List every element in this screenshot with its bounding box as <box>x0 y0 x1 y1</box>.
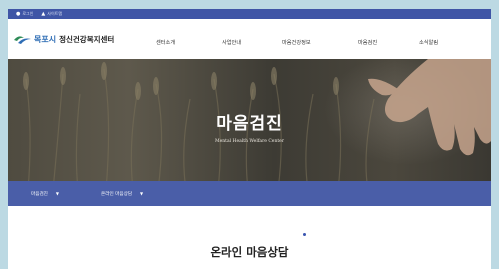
site-logo[interactable]: 목포시 정신건강복지센터 <box>14 33 154 45</box>
sitemap-link[interactable]: ▲ 사이트맵 <box>41 11 62 17</box>
hero-banner: 마음검진 Mental Health Welfare Center <box>8 59 491 190</box>
login-link[interactable]: ● 로그인 <box>16 11 33 17</box>
nav-item-mental-health-info[interactable]: 마음건강정보 <box>282 39 311 46</box>
breadcrumb-label: 온라인 마음상담 <box>101 191 133 197</box>
breadcrumb-bar: 마음검진 ▼ 온라인 마음상담 ▼ <box>8 181 491 206</box>
nav-item-business[interactable]: 사업안내 <box>222 39 241 46</box>
breadcrumb-item-checkup[interactable]: 마음검진 ▼ <box>31 191 59 197</box>
caret-down-icon: ▼ <box>55 191 59 196</box>
nav-item-checkup[interactable]: 마음검진 <box>358 39 377 46</box>
heading-accent-dot <box>303 233 306 236</box>
sitemap-icon: ▲ <box>41 11 46 17</box>
hero-subtitle: Mental Health Welfare Center <box>215 139 284 144</box>
sitemap-label: 사이트맵 <box>47 11 63 16</box>
breadcrumb-item-online-counsel[interactable]: 온라인 마음상담 ▼ <box>101 191 143 197</box>
user-icon: ● <box>16 11 21 17</box>
logo-icon <box>14 36 31 44</box>
nav-item-center-intro[interactable]: 센터소개 <box>156 39 175 46</box>
logo-city: 목포시 <box>34 34 57 44</box>
nav-item-news[interactable]: 소식알림 <box>419 39 438 46</box>
main-content: 온라인 마음상담 <box>8 206 491 269</box>
hero-title: 마음검진 <box>216 114 283 134</box>
page-title: 온라인 마음상담 <box>210 245 289 259</box>
utility-bar: ● 로그인 ▲ 사이트맵 <box>8 9 491 19</box>
login-label: 로그인 <box>22 11 34 16</box>
breadcrumb-label: 마음검진 <box>31 191 48 197</box>
caret-down-icon: ▼ <box>140 191 144 196</box>
site-header: 목포시 정신건강복지센터 센터소개 사업안내 마음건강정보 마음검진 소식알림 <box>8 19 491 59</box>
browser-frame: ● 로그인 ▲ 사이트맵 목포시 정신건강복지센터 센터소개 사업안내 마음건강… <box>8 9 491 269</box>
logo-name: 정신건강복지센터 <box>59 34 115 44</box>
